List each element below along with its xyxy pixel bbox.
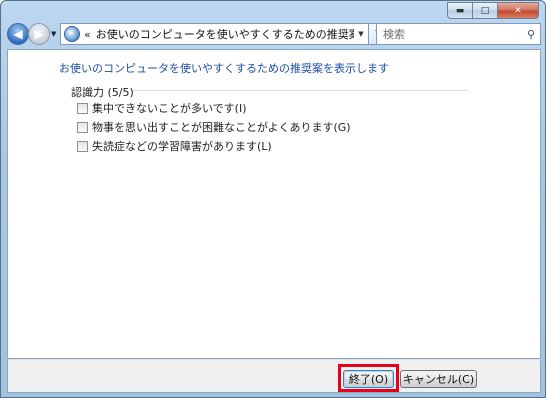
content-pane: お使いのコンピュータを使いやすくするための推奨案を表示します 認識力 (5/5)… [7, 49, 541, 359]
close-icon: ✕ [514, 5, 522, 16]
address-dropdown-icon[interactable]: ▼ [354, 30, 368, 38]
search-input[interactable]: 検索 [383, 26, 522, 42]
page-title: お使いのコンピュータを使いやすくするための推奨案を表示します [59, 62, 389, 75]
checkbox[interactable] [77, 140, 88, 152]
checkbox[interactable] [77, 121, 88, 133]
checkbox[interactable] [77, 102, 88, 114]
button-bar: 終了(O) キャンセル(C) [7, 359, 541, 393]
option-label[interactable]: 失読症などの学習障害があります(L) [92, 138, 272, 154]
navigation-bar: ◀ ▶ ▼ « お使いのコンピュータを使いやすくするための推奨案を... ▼ ↻… [7, 22, 541, 46]
minimize-button[interactable]: ▬ [447, 2, 473, 19]
address-path[interactable]: お使いのコンピュータを使いやすくするための推奨案を... [96, 26, 354, 42]
option-label[interactable]: 集中できないことが多いです(I) [92, 100, 247, 116]
back-arrow-icon: ◀ [13, 27, 23, 41]
search-icon[interactable]: ⚲ [522, 28, 540, 41]
group-label: 認識力 (5/5) [71, 86, 134, 99]
forward-button[interactable]: ▶ [28, 23, 50, 45]
minimize-icon: ▬ [455, 5, 465, 16]
forward-arrow-icon: ▶ [34, 27, 44, 41]
close-button[interactable]: ✕ [497, 2, 539, 19]
back-button[interactable]: ◀ [7, 23, 29, 45]
address-bar[interactable]: « お使いのコンピュータを使いやすくするための推奨案を... ▼ [60, 23, 369, 45]
option-row-learning[interactable]: 失読症などの学習障害があります(L) [77, 138, 272, 154]
caption-buttons: ▬ □ ✕ [447, 2, 539, 19]
option-label[interactable]: 物事を思い出すことが困難なことがよくあります(G) [92, 119, 351, 135]
search-box[interactable]: 検索 ⚲ [376, 23, 541, 45]
maximize-button[interactable]: □ [472, 2, 498, 19]
option-row-memory[interactable]: 物事を思い出すことが困難なことがよくあります(G) [77, 119, 351, 135]
recent-pages-dropdown[interactable]: ▼ [51, 30, 56, 38]
control-panel-icon [64, 26, 80, 42]
maximize-icon: □ [480, 5, 490, 16]
cancel-button[interactable]: キャンセル(C) [400, 370, 477, 388]
group-divider [133, 90, 468, 91]
window-frame: ▬ □ ✕ ◀ ▶ ▼ « お使いのコンピュータを使いやすくするための推奨案を.… [0, 0, 546, 398]
option-row-concentration[interactable]: 集中できないことが多いです(I) [77, 100, 247, 116]
finish-button[interactable]: 終了(O) [343, 370, 394, 388]
address-chevron[interactable]: « [84, 28, 91, 41]
